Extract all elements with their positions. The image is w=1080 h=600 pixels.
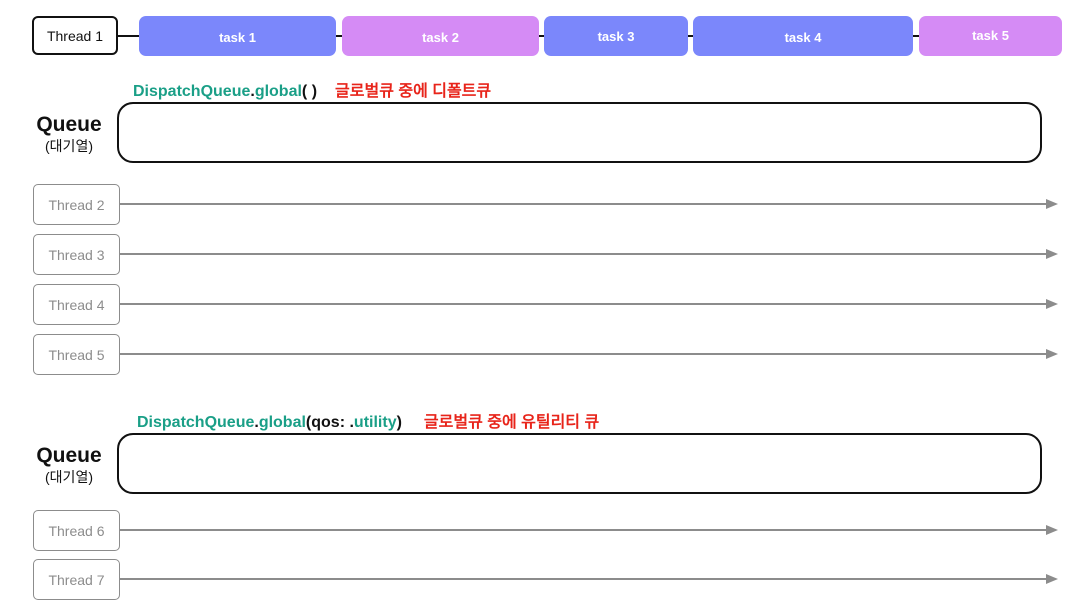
task-2-label: task 2 [422,29,459,45]
thread-7-arrow [120,574,1058,584]
api-method: global [258,414,306,431]
thread-3-label: Thread 3 [48,246,105,263]
thread-7-box: Thread 7 [33,559,120,600]
thread-5-label: Thread 5 [48,346,105,363]
utility-queue-label: Queue (대기열) [29,444,109,486]
api-args: ( ) [301,83,318,100]
task-4-block: task 4 [693,16,913,56]
thread-1-box: Thread 1 [32,16,118,55]
thread-2-box: Thread 2 [33,184,120,225]
api-method: global [254,83,302,100]
thread-5-box: Thread 5 [33,334,120,375]
thread-6-box: Thread 6 [33,510,120,551]
queue-title: Queue [36,113,102,136]
thread-3-box: Thread 3 [33,234,120,275]
thread-2-arrow [120,199,1058,209]
utility-queue-box [117,433,1042,494]
thread-4-label: Thread 4 [48,296,105,313]
utility-queue-note: 글로벌큐 중에 유틸리티 큐 [423,414,600,431]
thread-6-label: Thread 6 [48,522,105,539]
thread-5-arrow [120,349,1058,359]
thread-4-box: Thread 4 [33,284,120,325]
queue-subtitle: (대기열) [45,469,93,485]
api-args-open: (qos: . [305,414,354,431]
utility-queue-api-caption: DispatchQueue.global(qos: .utility) 글로벌큐 … [137,408,599,432]
thread-2-label: Thread 2 [48,196,105,213]
task-1-block: task 1 [139,16,336,56]
thread-6-arrow [120,525,1058,535]
task-1-label: task 1 [219,29,256,45]
thread-3-arrow [120,249,1058,259]
api-qos-value: utility [353,414,397,431]
task-5-block: task 5 [919,16,1062,56]
default-queue-box [117,102,1042,163]
thread-4-arrow [120,299,1058,309]
api-prefix: DispatchQueue [133,83,251,100]
default-queue-note: 글로벌큐 중에 디폴트큐 [335,83,492,100]
default-queue-label: Queue (대기열) [29,113,109,155]
task-3-block: task 3 [544,16,688,56]
api-args-close: ) [396,414,402,431]
default-queue-api-caption: DispatchQueue.global( ) 글로벌큐 중에 디폴트큐 [133,77,491,101]
api-prefix: DispatchQueue [137,414,255,431]
task-3-label: task 3 [597,28,635,44]
task-4-label: task 4 [784,29,822,45]
thread-7-label: Thread 7 [48,571,105,588]
queue-title: Queue [36,444,102,467]
task-2-block: task 2 [342,16,539,56]
thread-1-label: Thread 1 [46,27,104,44]
task-5-label: task 5 [972,27,1009,43]
queue-subtitle: (대기열) [45,138,93,154]
